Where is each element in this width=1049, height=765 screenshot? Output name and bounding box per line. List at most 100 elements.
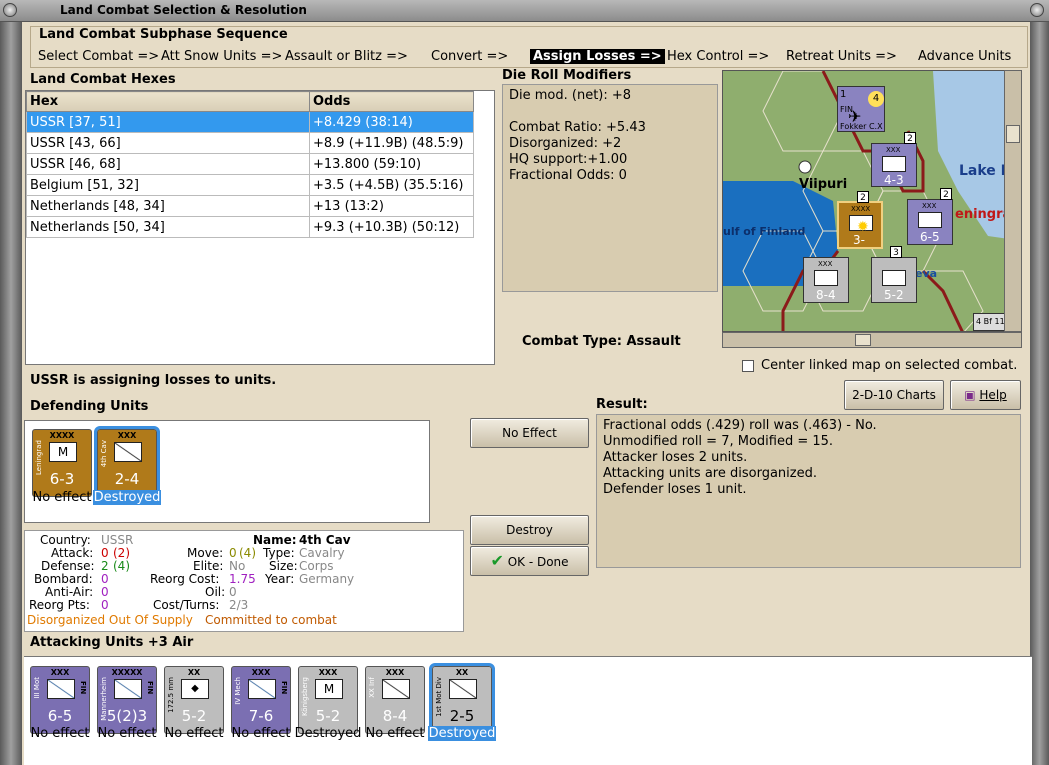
ok-done-button[interactable]: ✔ OK - Done <box>470 546 589 576</box>
combat-type-value: Assault <box>626 334 681 349</box>
unit-name: 4th Cav <box>100 440 108 468</box>
unit-size: XXX <box>922 202 937 210</box>
plane-icon: ✈ <box>848 107 862 126</box>
step-att-snow-units[interactable]: Att Snow Units => <box>161 49 282 64</box>
unit-nation: FIN <box>146 681 154 695</box>
city-icon <box>798 160 812 174</box>
map-unit-counter-selected[interactable]: XXXX 3- ✹ 2 <box>837 191 883 249</box>
step-convert[interactable]: Convert => <box>431 49 508 64</box>
unit-strength: 4-3 <box>884 173 904 187</box>
map-air-counter[interactable]: 4 Bf 11 <box>973 313 1007 331</box>
land-combat-window: Land Combat Selection & Resolution Land … <box>0 0 1049 765</box>
unit-strength: 6-5 <box>920 230 940 244</box>
table-row[interactable]: Netherlands [50, 34] +9.3 (+10.3B) (50:12… <box>26 216 474 238</box>
mountain-symbol-icon: M <box>315 679 343 699</box>
map-label-viipuri: Viipuri <box>799 177 848 192</box>
odds-cell: +13.800 (59:10) <box>309 153 474 175</box>
hex-cell: Netherlands [50, 34] <box>26 216 310 238</box>
step-assign-losses[interactable]: Assign Losses => <box>530 49 665 64</box>
map-unit-counter[interactable]: XXX 8-4 <box>803 257 849 303</box>
hex-list[interactable]: Hex Odds USSR [37, 51] +8.429 (38:14) USS… <box>25 90 495 365</box>
unit-strength: 5(2)3 <box>106 707 148 725</box>
air-unit-value: 1 <box>840 89 847 100</box>
air-badge: 4 <box>976 317 982 326</box>
table-row[interactable]: USSR [43, 66] +8.9 (+11.9B) (48.5:9) <box>26 132 474 154</box>
unit-name: XX Inf <box>368 677 376 698</box>
reorg-cost-label: Reorg Cost: <box>150 572 220 586</box>
unit-counter[interactable]: XXX III Mot FIN 6-5 <box>30 666 90 734</box>
checkmark-icon: ✔ <box>490 551 504 570</box>
infantry-symbol-icon <box>47 679 75 699</box>
unit-counter[interactable]: XXXX Leningrad M 6-3 <box>32 429 92 497</box>
elite-value: No <box>229 559 246 573</box>
modifier-line: Die mod. (net): +8 <box>509 88 632 103</box>
column-header-hex[interactable]: Hex <box>26 91 310 112</box>
oil-value: 0 <box>229 585 237 599</box>
map-unit-counter[interactable]: 5-2 3 <box>871 246 917 303</box>
committed-status: Committed to combat <box>205 613 337 627</box>
unit-status: Destroyed <box>93 490 161 505</box>
result-line: Attacking units are disorganized. <box>603 466 817 481</box>
unit-counter[interactable]: XXX XX Inf 8-4 <box>365 666 425 734</box>
title-bar[interactable]: Land Combat Selection & Resolution <box>0 0 1049 22</box>
table-row[interactable]: Netherlands [48, 34] +13 (13:2) <box>26 195 474 217</box>
attack-value: 0 <box>101 546 109 560</box>
column-header-odds[interactable]: Odds <box>309 91 474 112</box>
hex-cell: USSR [37, 51] <box>26 111 310 133</box>
status-line: USSR is assigning losses to units. <box>30 373 277 388</box>
size-value: Corps <box>299 559 334 573</box>
center-map-checkbox[interactable] <box>742 360 754 372</box>
unit-symbol-icon <box>882 156 906 172</box>
unit-status: No effect <box>30 726 90 741</box>
map-unit-counter[interactable]: XXX 4-3 2 <box>871 132 917 187</box>
defending-units-panel: XXXX Leningrad M 6-3 No effect XXX 4th C… <box>24 420 430 523</box>
combat-type-label: Combat Type: <box>522 334 622 349</box>
step-assault-or-blitz[interactable]: Assault or Blitz => <box>285 49 408 64</box>
window-rivet-icon <box>3 3 17 17</box>
modifier-line: Fractional Odds: 0 <box>509 168 627 183</box>
die-roll-title: Die Roll Modifiers <box>502 68 632 83</box>
hscroll-thumb[interactable] <box>855 334 871 346</box>
map-horizontal-scrollbar[interactable] <box>722 332 1022 348</box>
move-value: 0 <box>229 546 237 560</box>
cost-turns-label: Cost/Turns: <box>153 598 220 612</box>
step-select-combat[interactable]: Select Combat => <box>38 49 159 64</box>
unit-counter[interactable]: XX 172.5 mm ◆ 5-2 <box>164 666 224 734</box>
close-icon[interactable] <box>1030 3 1044 17</box>
vscroll-thumb[interactable] <box>1006 125 1020 143</box>
unit-strength: 8-4 <box>816 288 836 302</box>
cost-turns-value: 2/3 <box>229 598 249 612</box>
air-unit-counter[interactable]: 1 4 FIN Fokker C.X ✈ <box>837 86 885 132</box>
unit-counter-selected[interactable]: XXX 4th Cav 2-4 <box>94 426 160 500</box>
infantry-symbol-icon <box>382 679 410 699</box>
step-retreat-units[interactable]: Retreat Units => <box>786 49 897 64</box>
unit-counter[interactable]: XXX IV Mech FIN 7-6 <box>231 666 291 734</box>
unit-counter[interactable]: XXX Königsberg M 5-2 <box>298 666 358 734</box>
map-vertical-scrollbar[interactable] <box>1004 70 1022 332</box>
mini-map[interactable]: Viipuri Lake L ulf of Finland eningra ev… <box>722 70 1022 332</box>
help-button[interactable]: ▣ Help <box>950 380 1021 410</box>
no-effect-button[interactable]: No Effect <box>470 418 589 448</box>
defending-units-title: Defending Units <box>30 399 149 414</box>
move-label: Move: <box>187 546 224 560</box>
stack-count: 2 <box>857 191 869 203</box>
supply-status: Disorganized Out Of Supply <box>27 613 193 627</box>
unit-size: XX <box>187 668 201 677</box>
attack-label: Attack: <box>51 546 94 560</box>
destroy-button[interactable]: Destroy <box>470 515 589 545</box>
unit-strength: 7-6 <box>248 707 274 725</box>
unit-counter-selected[interactable]: XX 1st Mot Div 2-5 <box>429 663 495 737</box>
unit-counter[interactable]: XXXXX Mannerheim FIN 5(2)3 <box>97 666 157 734</box>
map-unit-counter[interactable]: XXX 6-5 2 <box>907 188 953 245</box>
attacking-units-panel: XXX III Mot FIN 6-5 No effect XXXXX Mann… <box>24 656 1032 765</box>
table-row[interactable]: USSR [46, 68] +13.800 (59:10) <box>26 153 474 175</box>
step-advance-units[interactable]: Advance Units <box>918 49 1011 64</box>
name-value: 4th Cav <box>299 533 351 547</box>
charts-button[interactable]: 2-D-10 Charts <box>844 380 944 410</box>
unit-size: XXXX <box>851 205 871 213</box>
unit-size: XXXXX <box>111 668 143 677</box>
table-row[interactable]: USSR [37, 51] +8.429 (38:14) <box>26 111 474 133</box>
table-row[interactable]: Belgium [51, 32] +3.5 (+4.5B) (35.5:16) <box>26 174 474 196</box>
step-hex-control[interactable]: Hex Control => <box>667 49 769 64</box>
explosion-icon: ✹ <box>857 219 869 235</box>
